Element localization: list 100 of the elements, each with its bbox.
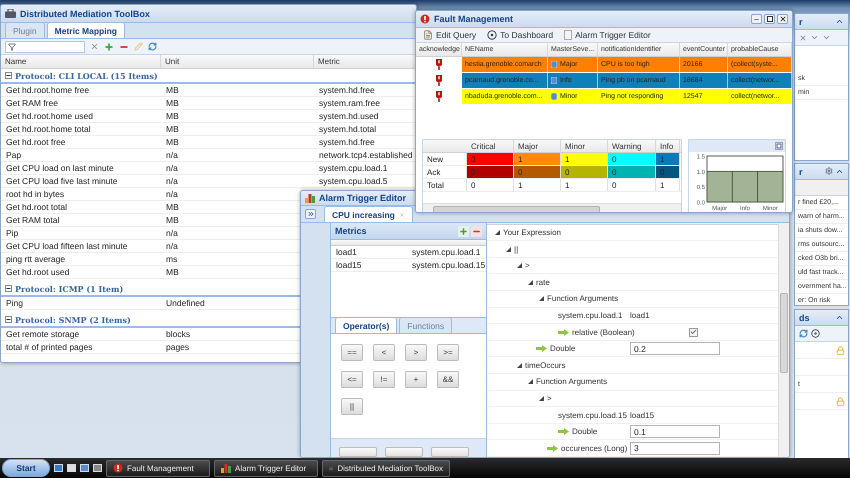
table-cell: total # of printed pages: [6, 342, 92, 352]
count-cell: 0: [608, 179, 656, 191]
table-cell: MB: [166, 85, 179, 95]
maximize-button[interactable]: [764, 14, 775, 24]
tab[interactable]: Metric Mapping: [46, 22, 125, 38]
column-header[interactable]: Name: [1, 55, 161, 68]
arrow-icon: [558, 328, 569, 336]
add-icon[interactable]: [104, 42, 114, 52]
expanded-triangle-icon[interactable]: [517, 263, 522, 268]
tree-node-label[interactable]: >: [547, 394, 552, 403]
value-field[interactable]: 3: [630, 442, 720, 455]
operator-button[interactable]: >: [405, 344, 427, 361]
count-cell: 1: [514, 153, 561, 165]
tree-node-label[interactable]: ||: [514, 244, 518, 254]
table-cell: MB: [166, 137, 179, 147]
settings-icon[interactable]: [825, 167, 833, 175]
close-button[interactable]: [777, 14, 788, 24]
expanded-triangle-icon[interactable]: [539, 396, 544, 401]
value-field[interactable]: 0.2: [630, 342, 720, 356]
count-cell: 0: [467, 166, 514, 178]
group-header[interactable]: Protocol: CLI LOCAL (15 Items): [15, 70, 158, 80]
tree-node-label[interactable]: Your Expression: [503, 228, 561, 237]
toolbar-button[interactable]: Edit Query: [420, 30, 480, 40]
collapse-icon[interactable]: [5, 72, 12, 79]
row-label: Total: [423, 179, 467, 191]
taskbar-button[interactable]: Alarm Trigger Editor: [214, 460, 318, 476]
start-button[interactable]: Start: [2, 459, 50, 477]
toolbox-icon: [329, 464, 334, 472]
operator-button[interactable]: <: [373, 344, 395, 361]
remove-button[interactable]: [471, 226, 482, 236]
operator-button[interactable]: !=: [373, 371, 395, 388]
severity-icon: [551, 93, 557, 100]
operator-button[interactable]: ==: [341, 344, 363, 361]
expanded-triangle-icon[interactable]: [539, 296, 544, 302]
expand-panel-button[interactable]: [305, 209, 316, 219]
collapse-icon[interactable]: [835, 17, 844, 26]
operator-button[interactable]: &&: [437, 371, 459, 388]
refresh-icon[interactable]: [148, 42, 157, 51]
close-icon[interactable]: [398, 212, 405, 218]
tree-node-label[interactable]: timeOccurs: [525, 360, 566, 370]
tree-node-label[interactable]: rate: [536, 278, 550, 287]
taskbar-button[interactable]: Distributed Mediation ToolBox: [322, 460, 450, 476]
alert-pin-icon[interactable]: [436, 91, 442, 102]
count-cell: 1: [561, 179, 608, 191]
filter-field[interactable]: [5, 40, 85, 52]
tab[interactable]: Operator(s): [335, 317, 398, 333]
expanded-triangle-icon[interactable]: [506, 246, 511, 252]
column-header[interactable]: Unit: [161, 55, 314, 68]
clear-icon[interactable]: [90, 42, 99, 51]
operator-button[interactable]: ||: [341, 398, 363, 415]
disc-icon[interactable]: [811, 329, 820, 338]
table-cell: MB: [166, 124, 179, 134]
table-cell: MB: [166, 111, 179, 121]
table-cell: load1: [336, 247, 357, 257]
document-icon: [423, 30, 433, 40]
expanded-triangle-icon[interactable]: [517, 362, 522, 368]
operator-button[interactable]: <=: [341, 371, 363, 388]
restore-icon[interactable]: [775, 142, 783, 150]
table-cell: n/a: [166, 241, 178, 251]
count-cell: 1: [514, 179, 561, 191]
add-button[interactable]: [458, 226, 469, 236]
tree-node-label[interactable]: Function Arguments: [536, 377, 608, 386]
maximize-icon: [766, 16, 772, 22]
toolbar-button[interactable]: Alarm Trigger Editor: [561, 30, 654, 40]
toolbar-button[interactable]: To Dashboard: [484, 30, 556, 40]
tree-node-label[interactable]: Function Arguments: [547, 294, 618, 304]
count-cell: 0: [467, 179, 514, 191]
expanded-triangle-icon[interactable]: [495, 230, 500, 235]
minimize-button[interactable]: [751, 14, 762, 24]
chevrons-icon: [306, 210, 314, 218]
clear-icon[interactable]: [799, 34, 807, 42]
value-field[interactable]: 0.1: [630, 425, 720, 438]
collapse-icon[interactable]: [835, 313, 844, 322]
table-cell: Get hd.root.home used: [6, 111, 93, 121]
bar-chart-icon: [221, 463, 231, 473]
group-header[interactable]: Protocol: ICMP (1 Item): [15, 284, 124, 294]
horizontal-scrollbar[interactable]: [423, 203, 681, 212]
alert-pin-icon[interactable]: [436, 59, 442, 70]
collapse-icon[interactable]: [835, 167, 844, 176]
refresh-icon[interactable]: [799, 329, 808, 338]
taskbar-button[interactable]: Fault Management: [106, 460, 210, 476]
bar: [757, 170, 784, 202]
table-cell: system.hd.free: [319, 137, 375, 147]
table-cell: blocks: [166, 329, 190, 339]
table-cell: n/a: [166, 163, 178, 173]
checkbox[interactable]: [689, 328, 698, 337]
tree-node-label[interactable]: >: [525, 261, 530, 270]
operator-button[interactable]: >=: [437, 344, 459, 361]
expanded-triangle-icon[interactable]: [528, 280, 533, 285]
collapse-icon[interactable]: [5, 316, 12, 323]
vertical-scrollbar[interactable]: [778, 223, 789, 457]
alert-pin-icon[interactable]: [436, 75, 442, 86]
desktop-icon[interactable]: [54, 464, 63, 472]
tab[interactable]: CPU increasing: [324, 206, 413, 222]
expanded-triangle-icon[interactable]: [528, 379, 533, 384]
operator-button[interactable]: +: [405, 371, 427, 388]
group-header[interactable]: Protocol: SNMP (2 Items): [15, 314, 131, 324]
table-cell: system.cpu.load.1: [412, 247, 481, 257]
collapse-icon[interactable]: [5, 285, 12, 292]
table-cell: MB: [166, 215, 179, 225]
